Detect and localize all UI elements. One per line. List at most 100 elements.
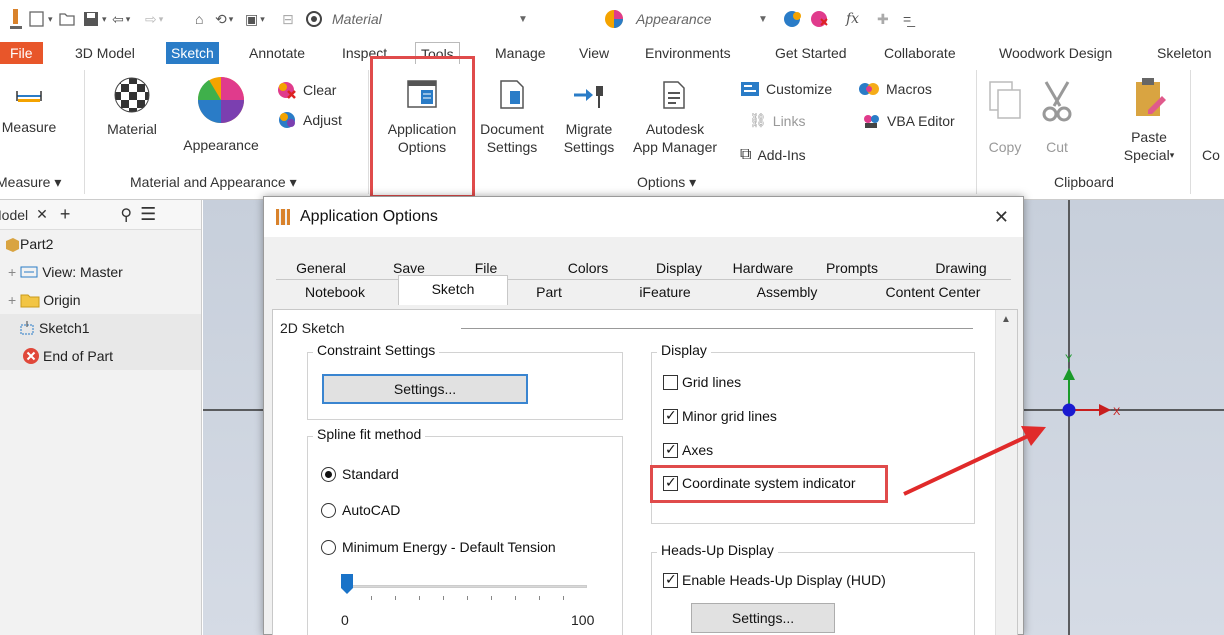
tree-item-origin[interactable]: + Origin (0, 286, 201, 314)
add-ins-button[interactable]: ⧉ Add-Ins (740, 146, 806, 164)
tab-assembly[interactable]: Assembly (720, 281, 854, 303)
checkbox-box (663, 474, 678, 491)
panel-measure[interactable]: Measure ▾ (0, 174, 61, 191)
customize-button[interactable]: Customize (740, 80, 832, 98)
tab-woodwork-design[interactable]: Woodwork Design (994, 42, 1117, 64)
coordinate-system-indicator-checkbox[interactable]: Coordinate system indicator (663, 474, 856, 491)
links-button[interactable]: ⛓ Links (749, 112, 805, 129)
constraint-settings-button[interactable]: Settings... (322, 374, 528, 404)
tree-item-view[interactable]: + View: Master (0, 258, 201, 286)
clear-appearance-icon[interactable] (810, 9, 830, 29)
undo-icon[interactable]: ⇦ ▾ (112, 9, 130, 29)
scroll-up-icon[interactable]: ▲ (1001, 314, 1011, 325)
tab-manage[interactable]: Manage (490, 42, 551, 64)
tab-colors[interactable]: Colors (544, 257, 632, 279)
tab-part[interactable]: Part (512, 281, 586, 303)
radio-minimum-energy[interactable]: Minimum Energy - Default Tension (321, 539, 556, 555)
tab-3d-model[interactable]: 3D Model (70, 42, 140, 64)
application-options-button[interactable]: Application Options (372, 78, 472, 156)
panel-material-appearance[interactable]: Material and Appearance ▾ (130, 174, 297, 191)
browser-tab-model[interactable]: Model (0, 207, 28, 223)
axes-checkbox[interactable]: Axes (663, 441, 713, 458)
material-combo[interactable]: Material ▼ (332, 9, 528, 29)
appearance-combo[interactable]: Appearance ▼ (604, 9, 774, 29)
appearance-button[interactable]: Appearance (170, 76, 272, 154)
customize-qat-icon[interactable]: =̲ (903, 9, 911, 29)
ilogic-icon[interactable] (305, 9, 323, 29)
radio-standard[interactable]: Standard (321, 466, 399, 482)
paste-special-button[interactable]: Paste Special▾ (1112, 76, 1186, 164)
measure-button[interactable]: Measure (0, 78, 60, 136)
tab-collaborate[interactable]: Collaborate (879, 42, 961, 64)
plus-icon[interactable]: ✚ (877, 9, 889, 29)
adjust-button[interactable]: Adjust (277, 110, 342, 130)
adjust-label: Adjust (303, 112, 342, 128)
open-file-icon[interactable] (58, 9, 76, 29)
slider-thumb[interactable] (341, 574, 353, 594)
tab-view[interactable]: View (574, 42, 614, 64)
grid-lines-checkbox[interactable]: Grid lines (663, 374, 741, 390)
close-icon[interactable]: ✕ (994, 207, 1009, 228)
material-button[interactable]: Material (96, 76, 168, 138)
end-of-part-icon (23, 348, 39, 364)
panel-measure-label: Measure (0, 174, 51, 190)
copy-button[interactable]: Copy (982, 76, 1028, 156)
tree-item-part[interactable]: Part2 (0, 230, 201, 258)
hud-settings-button[interactable]: Settings... (691, 603, 835, 633)
add-tab-icon[interactable]: + (60, 204, 71, 225)
expand-icon: + (8, 264, 17, 280)
tab-notebook[interactable]: Notebook (276, 281, 394, 303)
tab-general[interactable]: General (276, 257, 366, 279)
tab-ifeature[interactable]: iFeature (610, 281, 720, 303)
paste-special-icon (1130, 76, 1168, 124)
tab-hardware[interactable]: Hardware (716, 257, 810, 279)
link-icon: ⛓ (749, 112, 767, 128)
panel-clipboard: Clipboard (1054, 174, 1114, 190)
home-icon[interactable]: ⌂ (195, 9, 203, 29)
tension-slider[interactable] (341, 572, 591, 600)
save-icon[interactable]: ▾ (82, 9, 107, 29)
fx-icon[interactable]: fx (846, 9, 859, 29)
redo-icon[interactable]: ⇨ ▾ (145, 9, 163, 29)
minor-grid-lines-checkbox[interactable]: Minor grid lines (663, 407, 777, 424)
clear-button[interactable]: Clear (277, 80, 336, 100)
close-icon[interactable]: ✕ (36, 206, 48, 223)
adjust-appearance-icon[interactable] (783, 9, 803, 29)
tab-drawing[interactable]: Drawing (916, 257, 1006, 279)
parameters-icon[interactable]: ⊟ (282, 9, 294, 29)
enable-hud-checkbox[interactable]: Enable Heads-Up Display (HUD) (663, 571, 886, 588)
tab-annotate[interactable]: Annotate (244, 42, 310, 64)
co-button[interactable]: Co (1196, 146, 1224, 164)
select-icon[interactable]: ▣ ▾ (245, 9, 265, 29)
update-icon[interactable]: ⟲ ▾ (215, 9, 233, 29)
links-label: Links (772, 112, 806, 129)
tab-environments[interactable]: Environments (640, 42, 736, 64)
vba-editor-button[interactable]: VBA Editor (861, 112, 955, 130)
menu-icon[interactable]: ☰ (140, 204, 156, 225)
cut-button[interactable]: Cut (1034, 76, 1080, 156)
tab-file[interactable]: File (0, 42, 43, 64)
tab-display[interactable]: Display (632, 257, 726, 279)
app-manager-button[interactable]: Autodesk App Manager (624, 78, 726, 156)
tab-skeleton[interactable]: Skeleton (1152, 42, 1216, 64)
tab-content-center[interactable]: Content Center (858, 281, 1008, 303)
tab-sketch[interactable]: Sketch (166, 42, 219, 64)
app-logo-icon[interactable] (10, 9, 22, 29)
tab-get-started[interactable]: Get Started (770, 42, 852, 64)
tab-sketch[interactable]: Sketch (398, 275, 508, 305)
panel-options[interactable]: Options ▾ (637, 174, 696, 191)
dialog-scrollbar[interactable]: ▲ (995, 310, 1017, 635)
tree-item-sketch[interactable]: Sketch1 (0, 314, 201, 342)
checkbox-box (663, 407, 678, 424)
radio-autocad[interactable]: AutoCAD (321, 502, 400, 518)
paste-special-label-1: Paste (1131, 129, 1167, 145)
new-file-icon[interactable]: ▾ (28, 9, 53, 29)
document-settings-button[interactable]: Document Settings (472, 78, 552, 156)
coordinate-system-indicator-label: Coordinate system indicator (682, 475, 856, 491)
migrate-settings-button[interactable]: Migrate Settings (556, 78, 622, 156)
tree-item-end-of-part[interactable]: End of Part (0, 342, 201, 370)
macros-button[interactable]: Macros (858, 80, 932, 98)
tab-prompts[interactable]: Prompts (812, 257, 892, 279)
document-settings-label-1: Document (480, 121, 544, 137)
search-icon[interactable]: ⚲ (120, 205, 132, 225)
